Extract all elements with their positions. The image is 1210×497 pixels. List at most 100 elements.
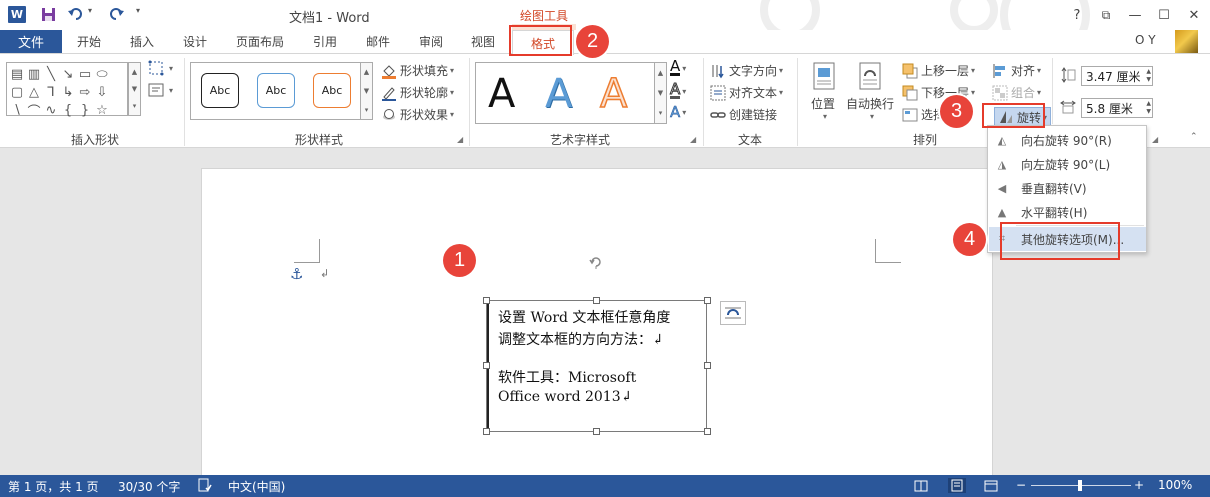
create-link-button[interactable]: 创建链接 — [710, 106, 777, 123]
customize-qat-icon[interactable]: ▾ — [136, 6, 140, 15]
left-brace-shape-icon[interactable]: { — [60, 101, 76, 119]
tab-view[interactable]: 视图 — [471, 33, 495, 50]
tab-file[interactable]: 文件 — [0, 30, 62, 53]
zoom-level[interactable]: 100% — [1158, 478, 1192, 492]
wordart-preset-black[interactable]: A — [488, 69, 515, 119]
rotate-left-90-item[interactable]: ◮ 向左旋转 90°(L) — [989, 152, 1146, 176]
shapes-gallery[interactable]: ▤ ▥ ╲ ↘ ▭ ⬭ ▢ △ ⅂ ↳ ⇨ ⇩ ∖ ⌒ ∿ { } ☆ — [6, 62, 128, 120]
tab-references[interactable]: 引用 — [313, 33, 337, 50]
flip-vertical-item[interactable]: ◀ 垂直翻转(V) — [989, 176, 1146, 200]
align-text-button[interactable]: 对齐文本 ▾ — [710, 84, 783, 101]
resize-handle-ne[interactable] — [704, 297, 711, 304]
wordart-gallery-scroll[interactable]: ▲ ▼ ▾ — [654, 62, 667, 124]
rotate-handle-icon[interactable] — [589, 255, 603, 273]
shape-styles-launcher-icon[interactable]: ◢ — [457, 135, 463, 144]
wordart-preset-orange[interactable]: A — [599, 69, 628, 119]
tab-review[interactable]: 审阅 — [419, 33, 443, 50]
position-label[interactable]: 位置 — [811, 95, 835, 112]
resize-handle-w[interactable] — [483, 362, 490, 369]
help-button[interactable]: ? — [1066, 5, 1088, 25]
draw-textbox-button[interactable]: ▾ — [148, 82, 173, 98]
language[interactable]: 中文(中国) — [228, 478, 285, 495]
down-arrow-shape-icon[interactable]: ⇩ — [94, 83, 110, 101]
triangle-shape-icon[interactable]: △ — [26, 83, 42, 101]
document-page[interactable]: ⚓ ↲ 设置 Word 文本框任意角度 调整文本框的方向方法：↲ 软件工具：Mi… — [201, 168, 993, 488]
tab-mailings[interactable]: 邮件 — [366, 33, 390, 50]
selection-pane-button[interactable]: 选择 — [902, 106, 945, 123]
wordart-preset-blue[interactable]: A — [545, 69, 572, 119]
text-direction-button[interactable]: 文字方向 ▾ — [710, 62, 783, 79]
proofing-icon[interactable] — [198, 478, 212, 495]
shape-style-preset-blue[interactable]: Abc — [257, 73, 295, 108]
zoom-in-button[interactable]: + — [1134, 478, 1144, 492]
wrap-text-dropdown-icon[interactable]: ▾ — [870, 112, 874, 121]
undo-dropdown-icon[interactable]: ▾ — [88, 6, 92, 15]
maximize-button[interactable]: ☐ — [1153, 5, 1175, 25]
shapes-gallery-scroll[interactable]: ▲ ▼ ▾ — [128, 62, 141, 116]
rounded-rect-shape-icon[interactable]: ▢ — [9, 83, 25, 101]
shape-style-scroll[interactable]: ▲ ▼ ▾ — [360, 62, 373, 120]
text-outline-button[interactable]: A ▾ — [669, 81, 686, 99]
print-layout-icon[interactable] — [948, 478, 966, 493]
ribbon-display-button[interactable]: ⧉ — [1095, 5, 1117, 25]
arc-shape-icon[interactable]: ⌒ — [26, 101, 42, 120]
edit-shape-button[interactable]: ▾ — [148, 60, 173, 76]
resize-handle-se[interactable] — [704, 428, 711, 435]
elbow-arrow-icon[interactable]: ↳ — [60, 83, 76, 101]
shape-style-gallery[interactable]: Abc Abc Abc — [190, 62, 366, 120]
oval-shape-icon[interactable]: ⬭ — [94, 65, 110, 83]
page-count[interactable]: 第 1 页，共 1 页 — [8, 478, 99, 495]
group-button[interactable]: 组合 ▾ — [992, 84, 1041, 101]
redo-icon[interactable] — [106, 4, 126, 24]
shape-effects-button[interactable]: 形状效果 ▾ — [381, 106, 454, 123]
resize-handle-e[interactable] — [704, 362, 711, 369]
width-spinner-icon[interactable]: ▲ ▼ — [1146, 100, 1151, 116]
textbox-shape-icon[interactable]: ▤ — [9, 65, 25, 83]
right-arrow-shape-icon[interactable]: ⇨ — [77, 83, 93, 101]
web-layout-icon[interactable] — [982, 478, 1000, 493]
resize-handle-nw[interactable] — [483, 297, 490, 304]
shape-style-preset-orange[interactable]: Abc — [313, 73, 351, 108]
shape-outline-button[interactable]: 形状轮廓 ▾ — [381, 84, 454, 101]
tab-insert[interactable]: 插入 — [130, 33, 154, 50]
resize-handle-sw[interactable] — [483, 428, 490, 435]
wordart-gallery[interactable]: A A A — [475, 62, 656, 124]
shape-style-preset-black[interactable]: Abc — [201, 73, 239, 108]
position-dropdown-icon[interactable]: ▾ — [823, 112, 827, 121]
shape-width-input[interactable]: 5.8 厘米 ▲ ▼ — [1081, 98, 1153, 118]
elbow-connector-icon[interactable]: ⅂ — [43, 83, 59, 101]
rectangle-shape-icon[interactable]: ▭ — [77, 65, 93, 83]
read-mode-icon[interactable] — [912, 478, 930, 493]
word-count[interactable]: 30/30 个字 — [118, 478, 180, 495]
wrap-text-label[interactable]: 自动换行 — [846, 95, 894, 112]
avatar[interactable] — [1175, 30, 1198, 53]
anchor-icon[interactable]: ⚓ — [290, 265, 303, 283]
close-button[interactable]: ✕ — [1183, 5, 1205, 25]
text-effects-button[interactable]: A ▾ — [670, 104, 687, 120]
freeform-shape-icon[interactable]: ∿ — [43, 101, 59, 119]
layout-options-icon[interactable] — [720, 301, 746, 325]
bring-forward-button[interactable]: 上移一层 ▾ — [902, 62, 975, 79]
right-brace-shape-icon[interactable]: } — [77, 101, 93, 119]
tab-home[interactable]: 开始 — [77, 33, 101, 50]
tab-layout[interactable]: 页面布局 — [236, 33, 284, 50]
save-icon[interactable] — [38, 4, 58, 24]
arrow-line-shape-icon[interactable]: ↘ — [60, 65, 76, 83]
user-name[interactable]: O Y — [1135, 33, 1156, 47]
minimize-button[interactable]: — — [1124, 5, 1146, 25]
line-shape-icon[interactable]: ╲ — [43, 65, 59, 83]
wordart-launcher-icon[interactable]: ◢ — [690, 135, 696, 144]
zoom-slider-thumb[interactable] — [1078, 480, 1082, 491]
wrap-text-button-icon[interactable] — [858, 62, 885, 90]
selected-textbox[interactable]: 设置 Word 文本框任意角度 调整文本框的方向方法：↲ 软件工具：Micros… — [486, 300, 707, 433]
text-fill-button[interactable]: A ▾ — [670, 59, 686, 76]
position-button[interactable] — [810, 62, 838, 90]
tab-design[interactable]: 设计 — [183, 33, 207, 50]
vertical-textbox-shape-icon[interactable]: ▥ — [26, 65, 42, 83]
zoom-out-button[interactable]: − — [1016, 478, 1026, 492]
star-shape-icon[interactable]: ☆ — [94, 101, 110, 119]
resize-handle-n[interactable] — [593, 297, 600, 304]
resize-handle-s[interactable] — [593, 428, 600, 435]
collapse-ribbon-icon[interactable]: ⌃ — [1190, 132, 1198, 142]
undo-icon[interactable] — [66, 4, 86, 24]
